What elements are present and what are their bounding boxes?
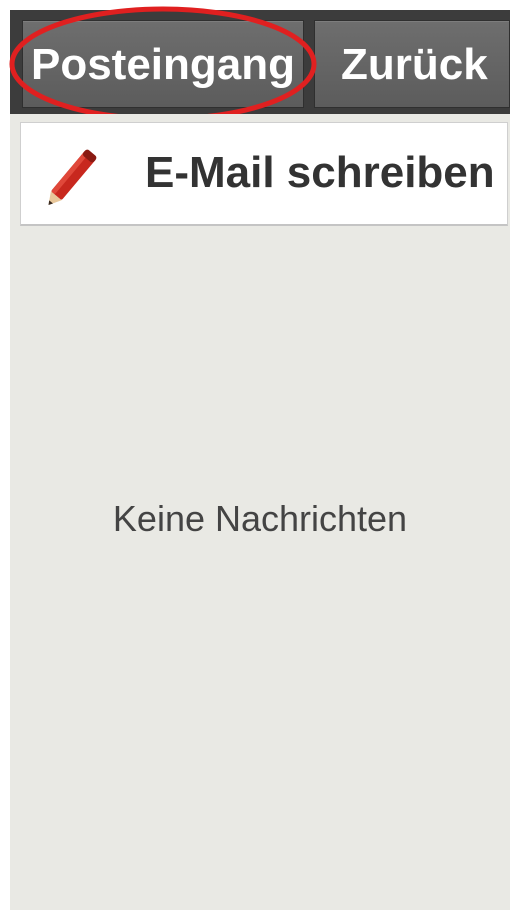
back-button[interactable]: Zurück — [314, 20, 510, 108]
compose-email-label: E-Mail schreiben — [145, 148, 495, 197]
app-screen: Posteingang Zurück E-Mail schreiben Kein… — [0, 0, 510, 910]
empty-state-message: Keine Nachrichten — [112, 498, 408, 539]
inbox-button[interactable]: Posteingang — [22, 20, 304, 108]
pencil-icon — [48, 149, 97, 205]
top-navigation-bar: Posteingang Zurück — [10, 10, 510, 114]
back-button-label: Zurück — [341, 40, 488, 89]
inbox-button-label: Posteingang — [30, 40, 296, 89]
message-list-area: E-Mail schreiben Keine Nachrichten — [10, 114, 510, 910]
compose-email-button[interactable]: E-Mail schreiben — [20, 122, 508, 226]
